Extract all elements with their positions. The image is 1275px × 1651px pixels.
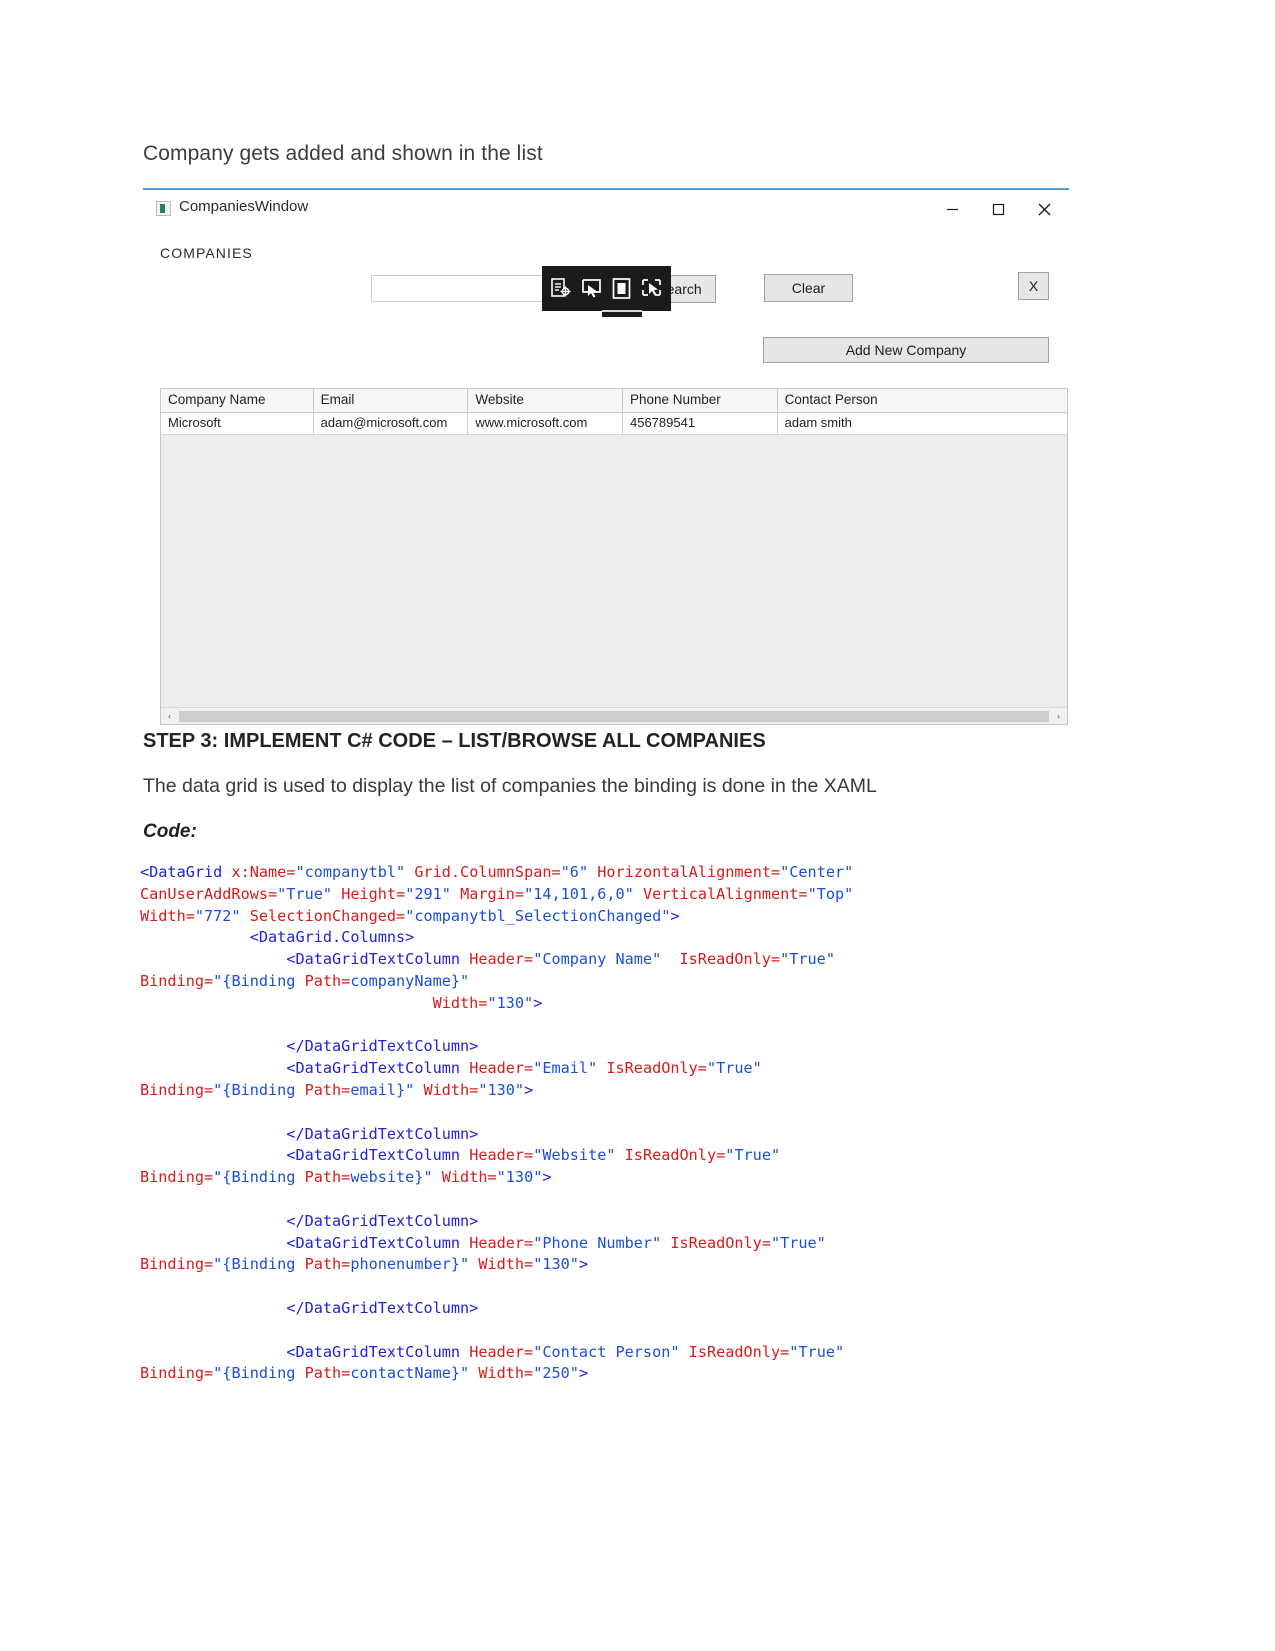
- page-caption: Company gets added and shown in the list: [143, 142, 543, 165]
- close-x-button[interactable]: X: [1018, 272, 1049, 300]
- code-line: Width="772" SelectionChanged="companytbl…: [140, 906, 680, 925]
- snip-toolbar-overlay[interactable]: [542, 266, 671, 311]
- app-titlebar: CompaniesWindow: [143, 190, 1069, 228]
- code-line: </DataGridTextColumn>: [286, 1124, 479, 1143]
- rectangle-snip-icon[interactable]: [610, 277, 633, 300]
- datagrid-empty-area: [161, 435, 1067, 702]
- document-page: Company gets added and shown in the list…: [0, 0, 1275, 1651]
- code-line: <DataGridTextColumn Header="Contact Pers…: [286, 1342, 845, 1361]
- column-header-phone-number[interactable]: Phone Number: [622, 389, 778, 412]
- datagrid-header-row: Company Name Email Website Phone Number …: [161, 389, 1067, 413]
- companies-datagrid: Company Name Email Website Phone Number …: [160, 388, 1068, 725]
- code-line: </DataGridTextColumn>: [286, 1037, 479, 1056]
- column-header-email[interactable]: Email: [313, 389, 469, 412]
- code-line: <DataGrid x:Name="companytbl" Grid.Colum…: [140, 863, 854, 881]
- cell-email[interactable]: adam@microsoft.com: [313, 413, 469, 434]
- code-line: Binding="{Binding Path=companyName}": [140, 971, 470, 990]
- code-line: Binding="{Binding Path=website}" Width="…: [140, 1168, 552, 1187]
- app-title: CompaniesWindow: [179, 198, 309, 215]
- window-controls: [929, 190, 1067, 228]
- freeform-snip-icon[interactable]: [640, 277, 663, 300]
- scroll-left-arrow-icon[interactable]: ‹: [161, 708, 178, 725]
- code-line: Width="130">: [432, 993, 543, 1012]
- code-line: <DataGrid.Columns>: [249, 928, 415, 947]
- window-snip-icon[interactable]: [550, 277, 573, 300]
- code-line: Binding="{Binding Path=phonenumber}" Wid…: [140, 1255, 589, 1274]
- code-line: Binding="{Binding Path=contactName}" Wid…: [140, 1364, 589, 1383]
- snip-toolbar-grip[interactable]: [602, 310, 642, 317]
- step-description: The data grid is used to display the lis…: [143, 775, 877, 797]
- section-label-companies: COMPANIES: [160, 245, 253, 261]
- code-line: CanUserAddRows="True" Height="291" Margi…: [140, 884, 854, 903]
- xaml-code-block: <DataGrid x:Name="companytbl" Grid.Colum…: [140, 862, 1140, 1385]
- minimize-icon[interactable]: [929, 190, 975, 228]
- column-header-contact-person[interactable]: Contact Person: [777, 389, 1067, 412]
- clear-button[interactable]: Clear: [764, 274, 853, 302]
- datagrid-horizontal-scrollbar[interactable]: ‹ ›: [161, 707, 1067, 724]
- scrollbar-thumb[interactable]: [179, 710, 1049, 722]
- app-window-icon: [156, 201, 171, 216]
- code-line: <DataGridTextColumn Header="Email" IsRea…: [286, 1059, 762, 1078]
- app-content: COMPANIES Search Clear X Add New Company: [143, 228, 1069, 725]
- code-line: <DataGridTextColumn Header="Website" IsR…: [286, 1146, 781, 1165]
- cell-contact-person[interactable]: adam smith: [777, 413, 1067, 434]
- column-header-company-name[interactable]: Company Name: [161, 389, 314, 412]
- code-label: Code:: [143, 821, 197, 842]
- table-row[interactable]: Microsoft adam@microsoft.com www.microso…: [161, 413, 1067, 435]
- cell-company-name[interactable]: Microsoft: [161, 413, 314, 434]
- cell-phone-number[interactable]: 456789541: [622, 413, 778, 434]
- code-line: <DataGridTextColumn Header="Phone Number…: [286, 1233, 826, 1252]
- scroll-right-arrow-icon[interactable]: ›: [1050, 708, 1067, 725]
- add-new-company-button[interactable]: Add New Company: [763, 337, 1049, 363]
- code-line: </DataGridTextColumn>: [286, 1298, 479, 1317]
- cell-website[interactable]: www.microsoft.com: [468, 413, 623, 434]
- step-heading: STEP 3: IMPLEMENT C# CODE – LIST/BROWSE …: [143, 730, 766, 752]
- code-line: </DataGridTextColumn>: [286, 1211, 479, 1230]
- column-header-website[interactable]: Website: [468, 389, 623, 412]
- cursor-snip-icon[interactable]: [580, 277, 603, 300]
- close-icon[interactable]: [1021, 190, 1067, 228]
- embedded-app-screenshot: CompaniesWindow COMPANIES Search Clear X…: [143, 188, 1069, 725]
- maximize-icon[interactable]: [975, 190, 1021, 228]
- code-line: <DataGridTextColumn Header="Company Name…: [286, 950, 835, 969]
- code-line: Binding="{Binding Path=email}" Width="13…: [140, 1080, 534, 1099]
